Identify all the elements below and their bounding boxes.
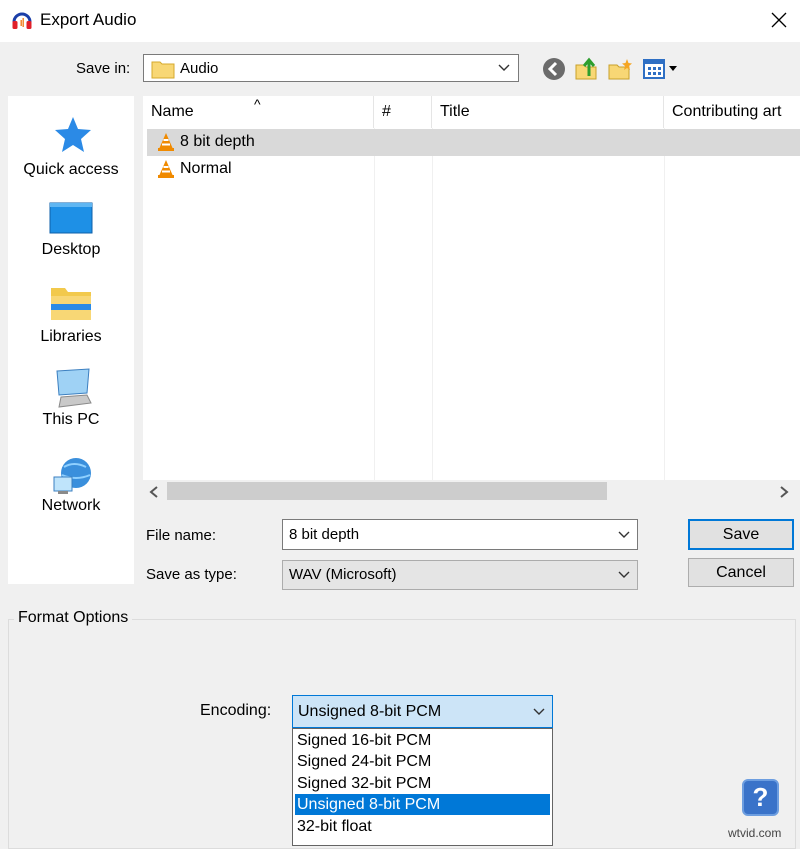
save-in-value: Audio — [180, 60, 219, 77]
format-options-legend: Format Options — [14, 609, 133, 627]
save-button[interactable]: Save — [688, 519, 794, 550]
sort-ascending-icon: ^ — [254, 96, 261, 112]
window-title: Export Audio — [40, 10, 137, 29]
watermark-text: wtvid.com — [728, 826, 782, 840]
chevron-down-icon[interactable] — [618, 531, 630, 539]
place-label: Network — [41, 497, 101, 514]
places-bar: Quick access Desktop Libraries This PC N… — [8, 96, 134, 584]
column-header-name[interactable]: Name ^ — [143, 96, 374, 128]
save-as-type-value: WAV (Microsoft) — [289, 566, 397, 583]
new-folder-button[interactable] — [607, 56, 635, 82]
file-row[interactable]: 8 bit depth — [147, 129, 800, 156]
chevron-down-icon — [618, 571, 630, 578]
chevron-down-icon — [533, 708, 545, 715]
column-header-contributing-artists[interactable]: Contributing art — [664, 96, 800, 128]
close-button[interactable] — [758, 0, 800, 40]
back-icon — [543, 58, 565, 80]
save-as-type-label: Save as type: — [146, 566, 237, 583]
file-name-label: File name: — [146, 527, 217, 544]
file-name-value: 8 bit depth — [289, 526, 360, 543]
encoding-value: Unsigned 8-bit PCM — [298, 703, 442, 720]
place-label: Quick access — [23, 161, 119, 178]
view-menu-button[interactable] — [641, 56, 681, 82]
place-this-pc[interactable]: This PC — [8, 365, 134, 445]
encoding-option[interactable]: Signed 32-bit PCM — [295, 773, 550, 794]
desktop-icon — [49, 202, 93, 234]
encoding-options-list: Signed 16-bit PCM Signed 24-bit PCM Sign… — [292, 728, 553, 846]
place-libraries[interactable]: Libraries — [8, 278, 134, 358]
place-network[interactable]: Network — [8, 451, 134, 531]
column-header-number[interactable]: # — [374, 96, 432, 128]
encoding-label: Encoding: — [200, 702, 272, 719]
file-name: Normal — [180, 160, 232, 177]
chevron-down-icon — [498, 64, 510, 71]
encoding-option-selected[interactable]: Unsigned 8-bit PCM — [295, 794, 550, 815]
place-quick-access[interactable]: Quick access — [8, 104, 134, 184]
back-button[interactable] — [541, 56, 569, 82]
place-label: Libraries — [40, 328, 102, 345]
star-icon — [55, 117, 91, 152]
scrollbar-thumb[interactable] — [167, 482, 607, 500]
file-list[interactable]: Name ^ # Title Contributing art 8 bit de… — [143, 96, 800, 480]
libraries-icon — [51, 288, 91, 320]
file-name-input[interactable]: 8 bit depth — [282, 519, 638, 550]
place-desktop[interactable]: Desktop — [8, 191, 134, 271]
new-folder-icon — [608, 59, 632, 80]
help-button[interactable]: ? — [742, 779, 779, 816]
network-icon — [53, 458, 91, 494]
encoding-option[interactable]: 32-bit float — [295, 816, 550, 837]
scroll-right-icon[interactable] — [779, 486, 789, 498]
save-in-label: Save in: — [76, 60, 131, 77]
view-menu-icon — [643, 59, 677, 79]
horizontal-scrollbar[interactable] — [143, 480, 800, 504]
scroll-left-icon[interactable] — [149, 486, 159, 498]
column-header-title[interactable]: Title — [432, 96, 664, 128]
folder-icon — [151, 61, 175, 79]
close-icon — [771, 12, 787, 28]
encoding-option[interactable]: Signed 16-bit PCM — [295, 730, 550, 751]
save-as-type-select[interactable]: WAV (Microsoft) — [282, 560, 638, 590]
file-row[interactable]: Normal — [147, 156, 800, 183]
vlc-cone-icon — [158, 160, 174, 178]
encoding-option[interactable]: Signed 24-bit PCM — [295, 751, 550, 772]
save-in-dropdown[interactable]: Audio — [143, 54, 519, 82]
place-label: Desktop — [41, 241, 101, 258]
vlc-cone-icon — [158, 133, 174, 151]
computer-icon — [56, 368, 92, 408]
cancel-button[interactable]: Cancel — [688, 558, 794, 587]
place-label: This PC — [42, 411, 100, 428]
audacity-headphones-icon — [11, 9, 33, 31]
file-name: 8 bit depth — [180, 133, 255, 150]
encoding-select[interactable]: Unsigned 8-bit PCM — [292, 695, 553, 728]
up-folder-icon — [575, 57, 597, 80]
up-folder-button[interactable] — [574, 56, 602, 82]
